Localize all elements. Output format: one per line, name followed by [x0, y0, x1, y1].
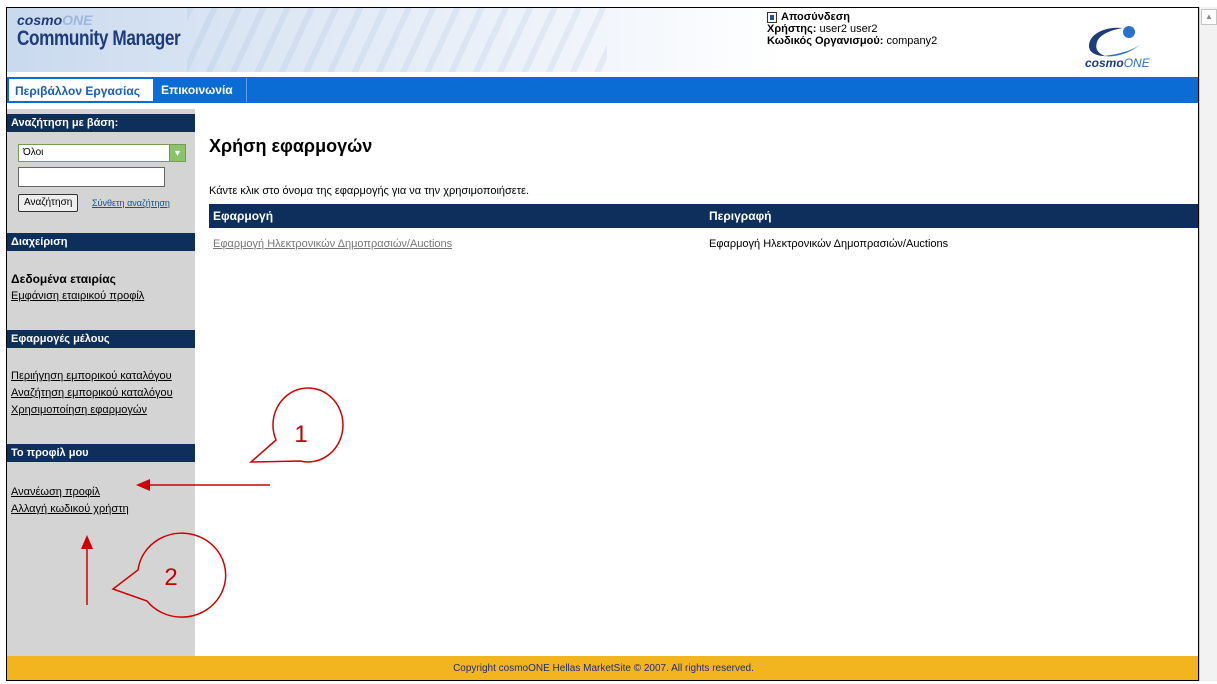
header: cosmoONE Community Manager Αποσύνδεση Χρ… — [7, 8, 1198, 72]
company-data-title: Δεδομένα εταιρίας — [11, 272, 116, 286]
logout-label[interactable]: Αποσύνδεση — [781, 11, 850, 23]
logo-text-accent: ONE — [1123, 56, 1150, 70]
org-label: Κωδικός Οργανισμού: — [767, 35, 884, 47]
sidebar-item-use-apps[interactable]: Χρησιμοποίηση εφαρμογών — [11, 404, 147, 416]
tab-communication[interactable]: Επικοινωνία — [155, 78, 247, 102]
instruction-text: Κάντε κλικ στο όνομα της εφαρμογής για ν… — [209, 185, 529, 197]
sidebar-header-my-profile: Το προφίλ μου — [7, 444, 195, 462]
advanced-search-link[interactable]: Σύνθετη αναζήτηση — [92, 198, 170, 208]
scroll-up-icon[interactable]: ▲ — [1201, 9, 1217, 25]
sidebar-item-search-catalog[interactable]: Αναζήτηση εμπορικού καταλόγου — [11, 387, 173, 399]
browser-page: cosmoONE Community Manager Αποσύνδεση Χρ… — [6, 7, 1199, 681]
table-row: Εφαρμογή Ηλεκτρονικών Δημοπρασιών/Auctio… — [209, 238, 1198, 256]
sidebar-header-admin: Διαχείριση — [7, 233, 195, 251]
search-input[interactable] — [18, 167, 165, 187]
page-title: Χρήση εφαρμογών — [209, 136, 373, 156]
table-header: Εφαρμογή Περιγραφή — [209, 204, 1198, 228]
chevron-down-icon[interactable]: ▼ — [169, 145, 185, 161]
org-value: company2 — [883, 35, 938, 47]
brand-text: cosmo — [17, 12, 63, 28]
top-nav: Περιβάλλον Εργασίας Επικοινωνία — [7, 77, 1198, 103]
brand-title: Community Manager — [17, 27, 181, 50]
user-info: Αποσύνδεση Χρήστης: user2 user2 Κωδικός … — [767, 11, 937, 47]
column-header-application: Εφαρμογή — [213, 209, 274, 223]
main-content: Χρήση εφαρμογών Κάντε κλικ στο όνομα της… — [203, 109, 1198, 661]
application-description: Εφαρμογή Ηλεκτρονικών Δημοπρασιών/Auctio… — [709, 238, 949, 250]
logo-text: cosmoONE — [1085, 56, 1150, 70]
brand-cosmoone: cosmoONE — [17, 12, 92, 28]
brand-accent: ONE — [62, 12, 93, 28]
sidebar: Αναζήτηση με βάση: Όλοι ▼ Αναζήτηση Σύνθ… — [7, 109, 195, 661]
logo-text-main: cosmo — [1085, 56, 1124, 70]
sidebar-item-change-password[interactable]: Αλλαγή κωδικού χρήστη — [11, 503, 129, 515]
search-type-select[interactable]: Όλοι ▼ — [18, 144, 186, 162]
sidebar-header-search: Αναζήτηση με βάση: — [7, 114, 195, 132]
header-decoration — [187, 8, 607, 72]
column-header-description: Περιγραφή — [709, 209, 772, 223]
user-value: user2 user2 — [816, 23, 878, 35]
vertical-scrollbar[interactable]: ▲ — [1199, 7, 1217, 681]
sidebar-item-browse-catalog[interactable]: Περιήγηση εμπορικού καταλόγου — [11, 370, 172, 382]
search-select-value: Όλοι — [23, 147, 44, 158]
footer: Copyright cosmoONE Hellas MarketSite © 2… — [7, 656, 1198, 680]
sidebar-header-member-apps: Εφαρμογές μέλους — [7, 330, 195, 348]
application-link[interactable]: Εφαρμογή Ηλεκτρονικών Δημοπρασιών/Auctio… — [213, 238, 452, 250]
logout-link[interactable]: Αποσύνδεση — [767, 11, 937, 23]
user-label: Χρήστης: — [767, 23, 817, 35]
sidebar-item-update-profile[interactable]: Ανανέωση προφίλ — [11, 486, 100, 498]
search-button[interactable]: Αναζήτηση — [18, 194, 79, 212]
sidebar-item-company-profile[interactable]: Εμφάνιση εταιρικού προφίλ — [11, 290, 144, 302]
logout-icon — [767, 11, 777, 23]
tab-work-environment[interactable]: Περιβάλλον Εργασίας — [8, 78, 154, 102]
